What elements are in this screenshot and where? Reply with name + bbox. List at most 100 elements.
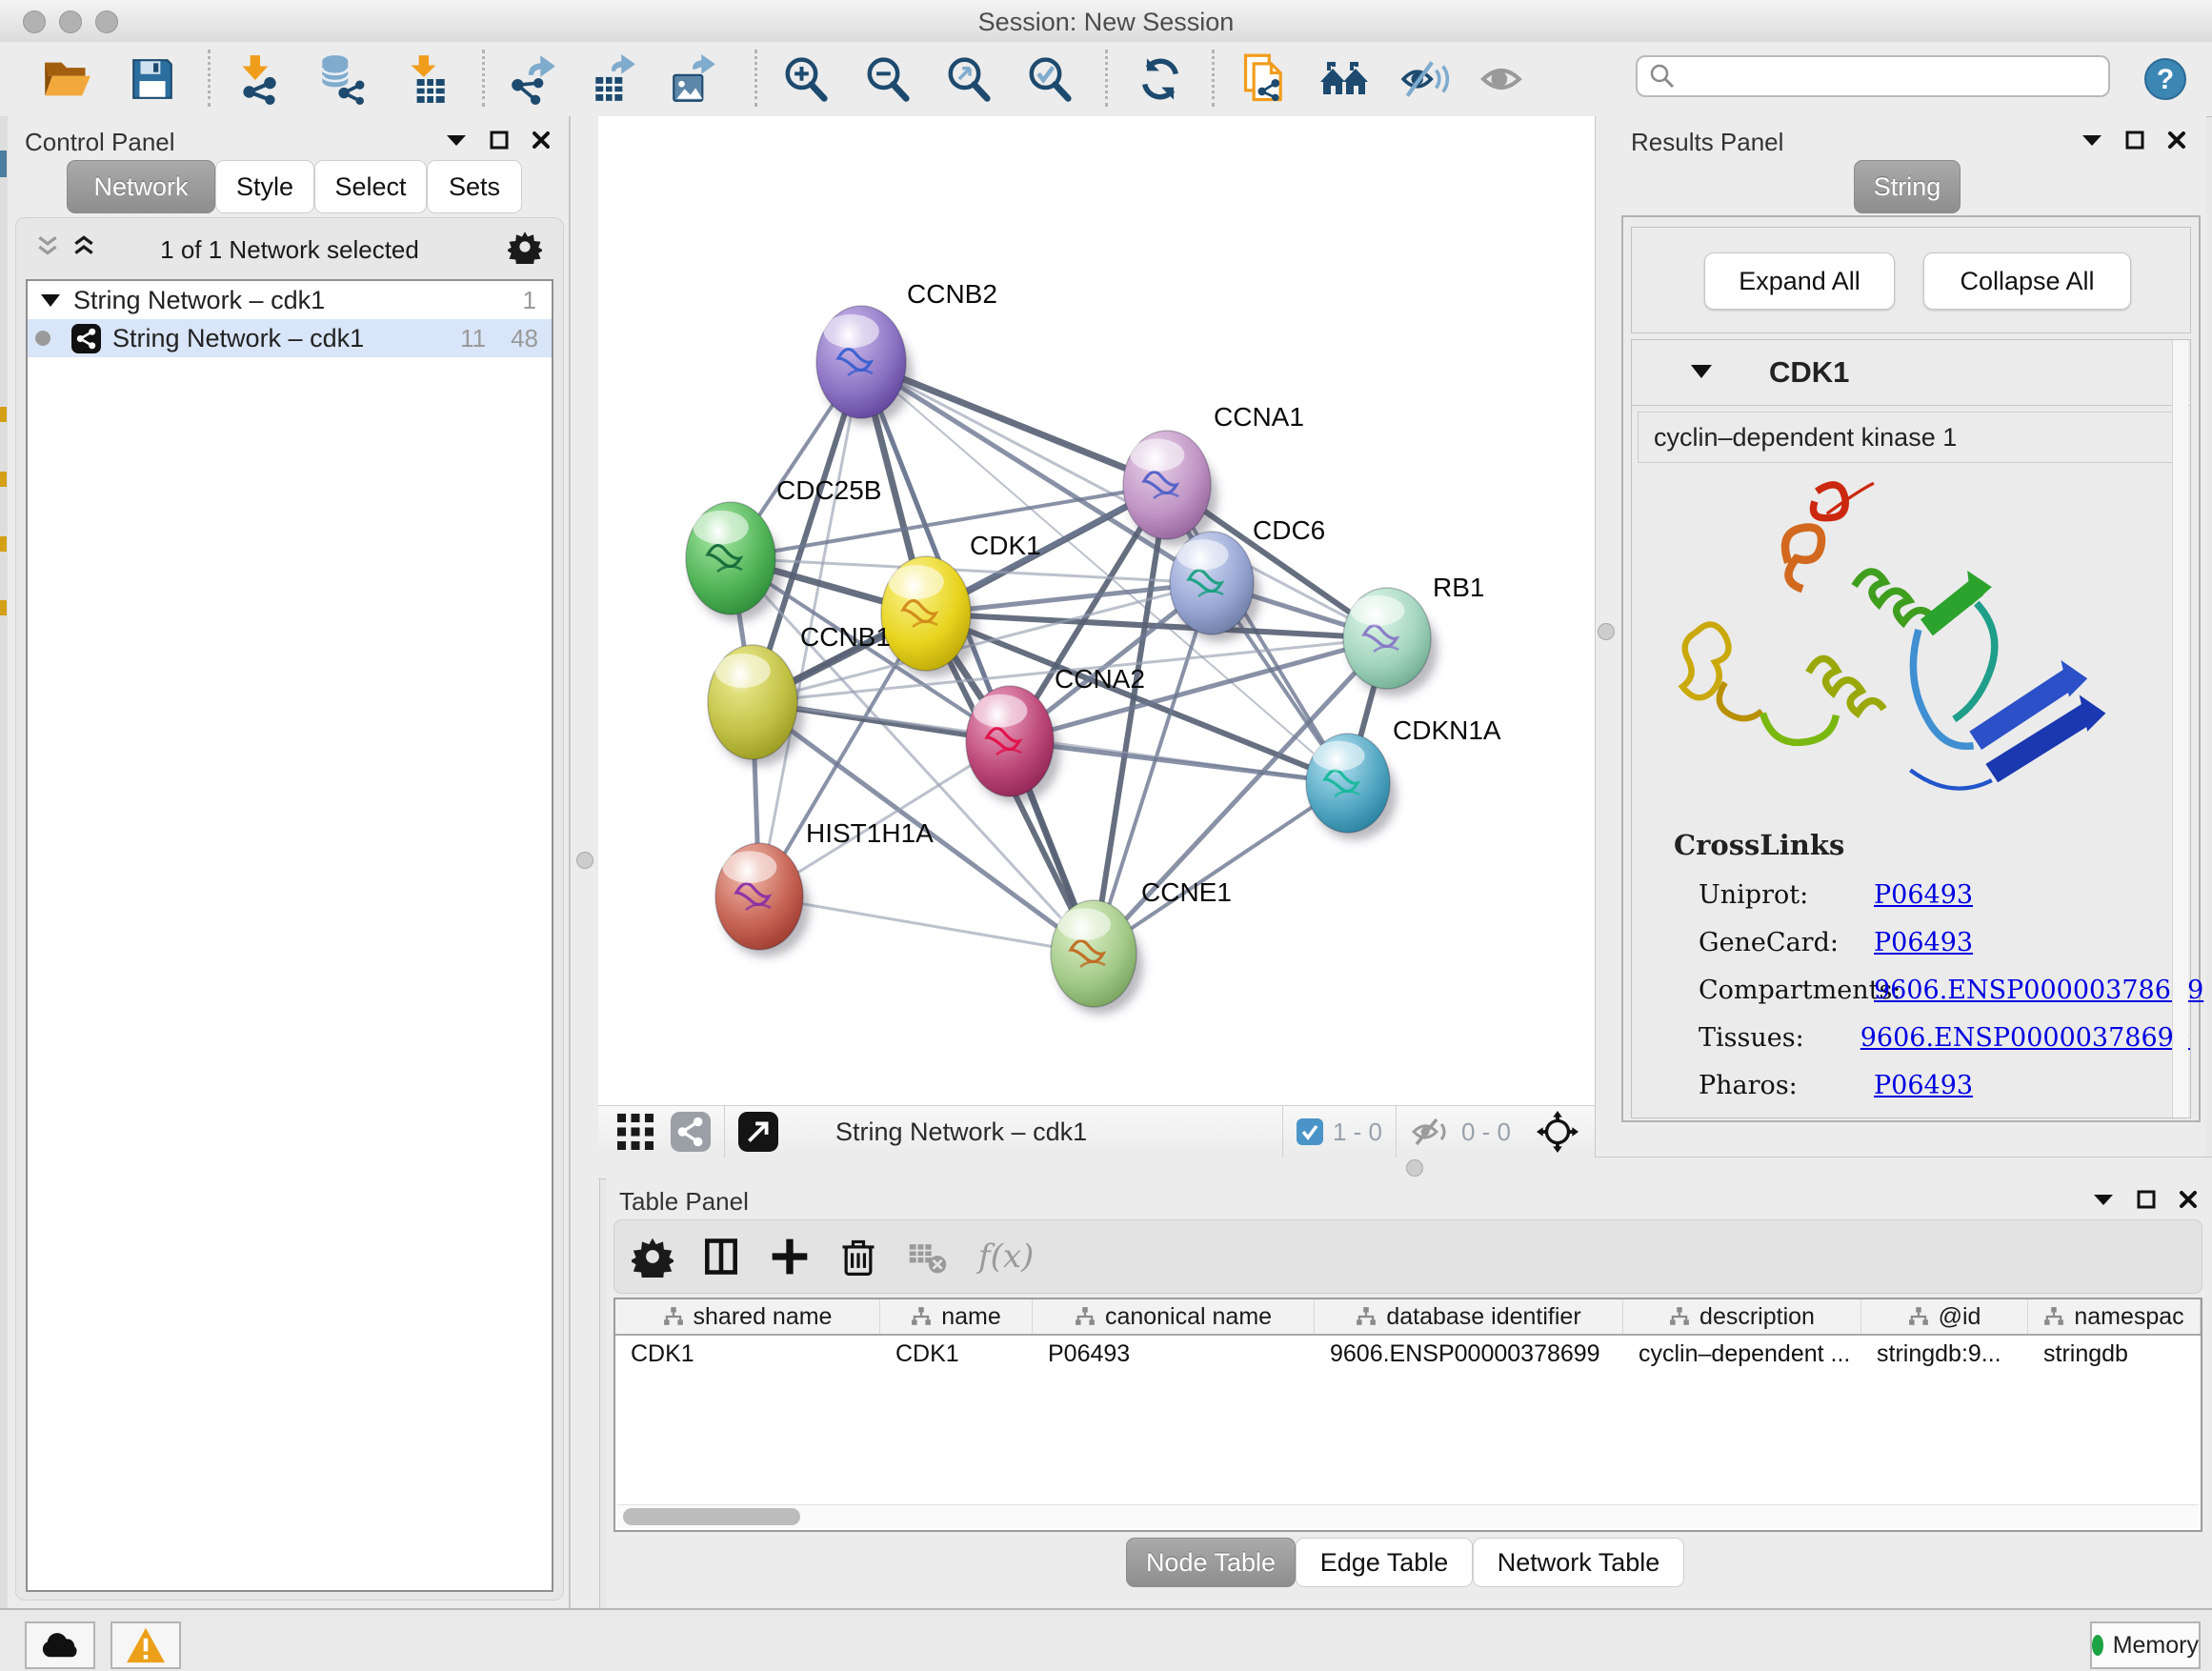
memory-button[interactable]: Memory (2090, 1621, 2201, 1669)
network-node[interactable]: HIST1H1A (715, 818, 934, 956)
clone-network-button[interactable] (1239, 53, 1291, 105)
node-label: CCNA2 (1055, 664, 1145, 694)
results-scrollbar-track[interactable] (2172, 340, 2188, 1117)
table-hscrollbar-track[interactable] (617, 1504, 2199, 1528)
column-header[interactable]: canonical name (1033, 1299, 1315, 1334)
panel-collapse-icon[interactable] (2081, 132, 2103, 148)
network-node[interactable]: CDKN1A (1306, 715, 1501, 840)
left-splitter-handle[interactable] (576, 852, 593, 869)
detach-view-icon[interactable] (738, 1112, 778, 1152)
zoom-fit-button[interactable] (943, 53, 995, 105)
collapse-triangle-icon[interactable] (1691, 365, 1712, 378)
node-label: RB1 (1433, 573, 1484, 602)
panel-close-icon[interactable] (2178, 1189, 2199, 1210)
column-header[interactable]: description (1623, 1299, 1861, 1334)
cloud-status-button[interactable] (25, 1621, 95, 1669)
panel-close-icon[interactable] (2166, 130, 2187, 151)
crosslink-link[interactable]: 9606.ENSP00000378699 (1860, 1023, 2190, 1053)
search-input[interactable] (1683, 62, 2108, 91)
table-cell[interactable]: CDK1 (615, 1336, 880, 1372)
dock-fragment (0, 536, 7, 552)
export-network-button[interactable] (508, 53, 559, 105)
network-node[interactable]: CCNB1 (708, 622, 891, 766)
export-image-button[interactable] (668, 53, 719, 105)
tab-string[interactable]: String (1854, 160, 1961, 213)
open-session-button[interactable] (41, 53, 92, 105)
crosslink-link[interactable]: P06493 (1874, 880, 1973, 910)
collapse-all-button[interactable]: Collapse All (1923, 252, 2131, 310)
tab-sets[interactable]: Sets (427, 160, 522, 213)
network-canvas[interactable]: CCNB2CCNA1CDC25BCDK1CDC6RB1CCNB1CCNA2CDK… (598, 116, 1595, 1105)
table-cell[interactable]: CDK1 (880, 1336, 1033, 1372)
tab-style[interactable]: Style (215, 160, 314, 213)
zoom-in-button[interactable] (780, 53, 832, 105)
column-header[interactable]: @id (1861, 1299, 2028, 1334)
warnings-button[interactable] (111, 1621, 181, 1669)
network-graph[interactable]: CCNB2CCNA1CDC25BCDK1CDC6RB1CCNB1CCNA2CDK… (598, 116, 1595, 1105)
tab-edge-table[interactable]: Edge Table (1296, 1538, 1473, 1587)
first-neighbors-button[interactable] (1319, 53, 1371, 105)
import-network-button[interactable] (233, 53, 285, 105)
apply-layout-button[interactable] (1135, 53, 1186, 105)
right-splitter[interactable] (1595, 116, 1618, 1157)
import-table-button[interactable] (401, 53, 452, 105)
delete-table-icon[interactable] (906, 1236, 950, 1278)
panel-collapse-icon[interactable] (2092, 1192, 2115, 1207)
selected-checkbox-icon[interactable] (1297, 1118, 1323, 1145)
column-header[interactable]: namespac (2028, 1299, 2201, 1334)
crosslink-row: Tissues:9606.ENSP00000378699 (1699, 1014, 2190, 1061)
import-network-from-database-button[interactable] (315, 53, 367, 105)
tab-select[interactable]: Select (314, 160, 427, 213)
left-splitter[interactable] (570, 116, 600, 1608)
hidden-eye-icon[interactable] (1410, 1115, 1452, 1149)
zoom-selected-button[interactable] (1024, 53, 1076, 105)
tab-network-table[interactable]: Network Table (1473, 1538, 1684, 1587)
network-collection-row[interactable]: String Network – cdk1 1 (28, 281, 552, 319)
panel-float-icon[interactable] (2124, 130, 2145, 151)
panel-collapse-icon[interactable] (445, 132, 468, 148)
birdseye-crosshair-icon[interactable] (1536, 1110, 1579, 1154)
network-share-view-icon[interactable] (671, 1112, 711, 1152)
network-node[interactable]: RB1 (1343, 573, 1484, 696)
column-header[interactable]: database identifier (1315, 1299, 1623, 1334)
save-session-button[interactable] (127, 53, 178, 105)
result-card-header[interactable]: CDK1 (1632, 340, 2190, 406)
right-splitter-handle[interactable] (1598, 623, 1615, 640)
bottom-splitter-handle[interactable] (1406, 1159, 1423, 1177)
export-table-button[interactable] (589, 53, 640, 105)
table-cell[interactable]: stringdb (2028, 1336, 2201, 1372)
bottom-splitter[interactable] (598, 1157, 2212, 1179)
column-header[interactable]: shared name (615, 1299, 880, 1334)
table-cell[interactable]: stringdb:9... (1861, 1336, 2028, 1372)
delete-column-icon[interactable] (837, 1236, 879, 1278)
panel-close-icon[interactable] (531, 130, 552, 151)
table-cell[interactable]: cyclin–dependent ... (1623, 1336, 1861, 1372)
table-cell[interactable]: 9606.ENSP00000378699 (1315, 1336, 1623, 1372)
tab-node-table[interactable]: Node Table (1126, 1538, 1296, 1587)
network-options-gear-icon[interactable] (508, 230, 542, 264)
crosslink-link[interactable]: 9606.ENSP00000378699 (1874, 976, 2203, 1005)
table-settings-gear-icon[interactable] (632, 1236, 674, 1278)
table-hscrollbar-thumb[interactable] (623, 1508, 800, 1525)
crosslink-link[interactable]: P06493 (1874, 1071, 1973, 1100)
function-builder-button[interactable]: f(x) (978, 1238, 1034, 1276)
show-all-button[interactable] (1478, 53, 1529, 105)
column-header[interactable]: name (880, 1299, 1033, 1334)
zoom-out-button[interactable] (862, 53, 914, 105)
network-collection-label: String Network – cdk1 (73, 286, 325, 315)
panel-float-icon[interactable] (489, 130, 510, 151)
tab-network[interactable]: Network (67, 160, 215, 213)
network-row-selected[interactable]: String Network – cdk1 11 48 (28, 319, 552, 357)
help-button[interactable]: ? (2140, 53, 2191, 105)
grid-view-icon[interactable] (617, 1114, 654, 1150)
show-columns-icon[interactable] (700, 1236, 742, 1278)
crosslink-link[interactable]: P06493 (1874, 928, 1973, 957)
add-column-icon[interactable] (769, 1236, 811, 1278)
expand-all-button[interactable]: Expand All (1704, 252, 1895, 310)
table-row[interactable]: CDK1CDK1P064939606.ENSP00000378699cyclin… (615, 1336, 2201, 1372)
hide-selected-button[interactable] (1399, 53, 1451, 105)
network-node[interactable]: CCNE1 (1051, 877, 1232, 1014)
tree-expander-icon[interactable] (41, 294, 60, 307)
panel-float-icon[interactable] (2136, 1189, 2157, 1210)
table-cell[interactable]: P06493 (1033, 1336, 1315, 1372)
